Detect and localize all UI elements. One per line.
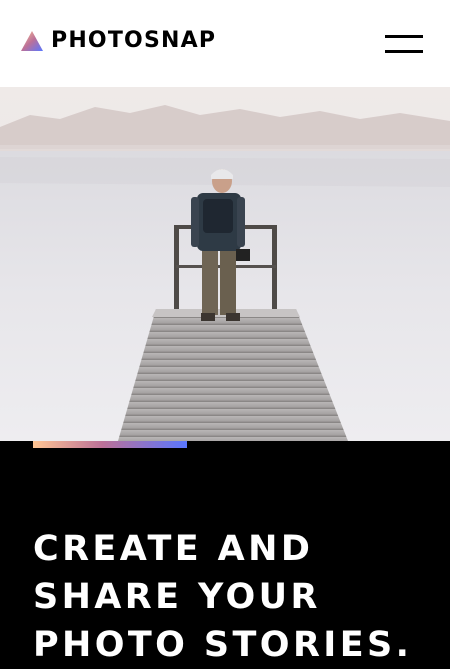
triangle-logo-icon [21,31,43,51]
man-on-pier-photo [0,87,450,441]
hero-title-line-1: CREATE AND [33,529,314,569]
hero-title-line-2: SHARE YOUR [33,577,321,617]
hamburger-menu-icon [385,35,423,38]
logo[interactable]: PHOTOSNAP [20,30,216,52]
gradient-accent-bar [33,441,187,448]
logo-text: PHOTOSNAP [51,28,217,53]
hero-title-line-3: PHOTO STORIES. [33,625,413,665]
site-header: PHOTOSNAP [0,0,450,87]
hero-intro: CREATE AND SHARE YOUR PHOTO STORIES. [0,441,450,665]
hamburger-menu-button[interactable] [380,30,428,58]
hero-title: CREATE AND SHARE YOUR PHOTO STORIES. [33,525,433,669]
hero-image [0,87,450,441]
